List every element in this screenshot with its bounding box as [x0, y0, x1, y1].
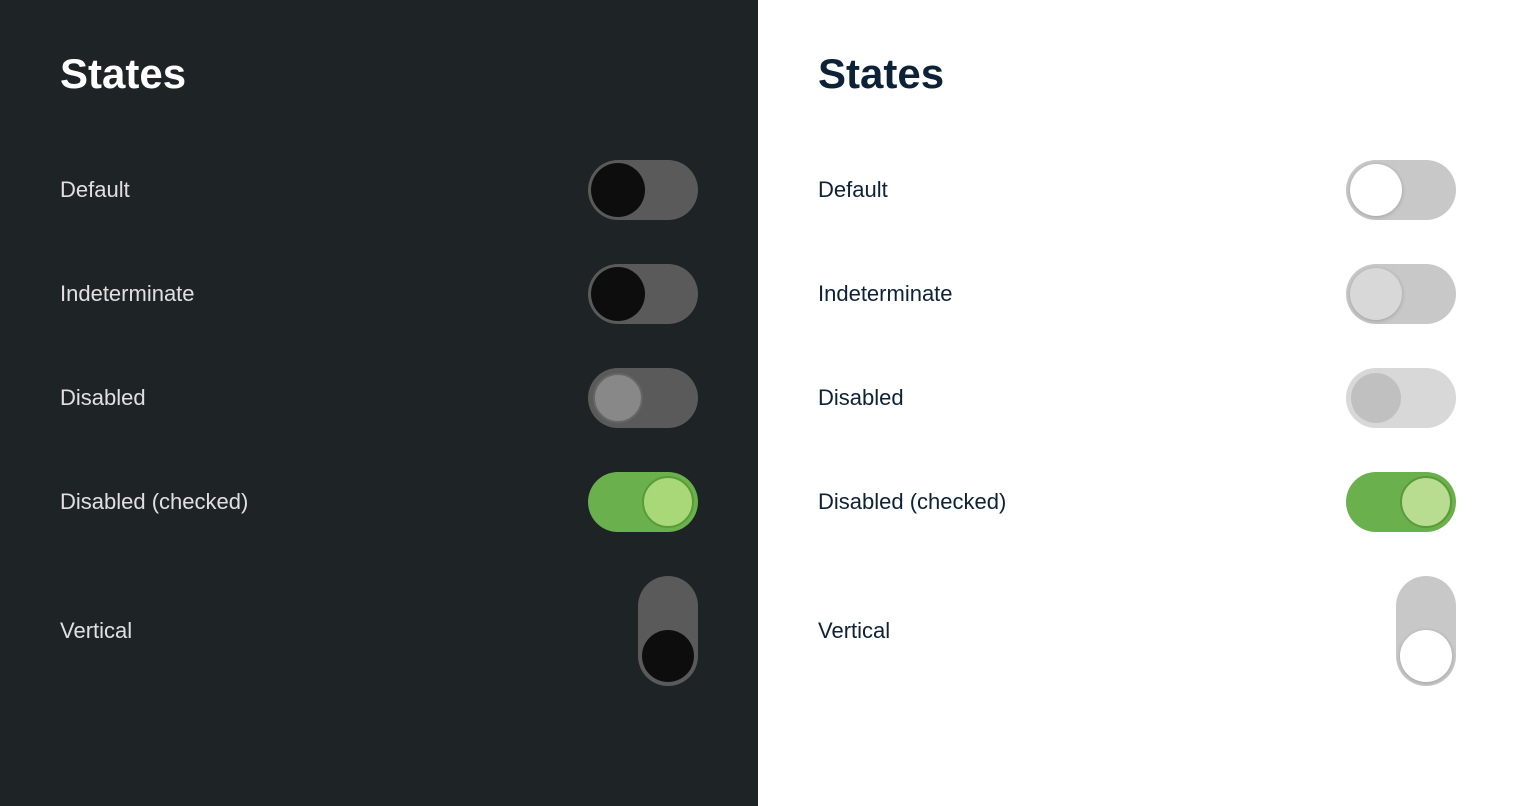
light-default-thumb	[1350, 164, 1402, 216]
dark-vertical-row: Vertical	[60, 554, 698, 708]
dark-disabled-checked-thumb	[642, 476, 694, 528]
dark-default-row: Default	[60, 138, 698, 242]
dark-default-toggle-container	[588, 160, 698, 220]
light-default-toggle-container	[1346, 160, 1456, 220]
light-disabled-thumb	[1351, 373, 1401, 423]
light-disabled-toggle	[1346, 368, 1456, 428]
light-disabled-checked-toggle-container	[1346, 472, 1456, 532]
light-default-track	[1346, 160, 1456, 220]
light-disabled-checked-label: Disabled (checked)	[818, 489, 1006, 515]
dark-default-label: Default	[60, 177, 130, 203]
dark-vertical-toggle[interactable]	[638, 576, 698, 686]
dark-indeterminate-row: Indeterminate	[60, 242, 698, 346]
light-indeterminate-toggle-container	[1346, 264, 1456, 324]
light-indeterminate-track	[1346, 264, 1456, 324]
light-vertical-label: Vertical	[818, 618, 890, 644]
dark-vertical-track	[638, 576, 698, 686]
light-default-label: Default	[818, 177, 888, 203]
dark-vertical-thumb	[642, 630, 694, 682]
light-disabled-track	[1346, 368, 1456, 428]
light-indeterminate-row: Indeterminate	[818, 242, 1456, 346]
dark-disabled-toggle-container	[588, 368, 698, 428]
dark-default-track	[588, 160, 698, 220]
dark-disabled-checked-toggle	[588, 472, 698, 532]
light-vertical-row: Vertical	[818, 554, 1456, 708]
dark-disabled-checked-toggle-container	[588, 472, 698, 532]
light-panel: States Default Indeterminate Disabled	[758, 0, 1516, 806]
dark-disabled-toggle	[588, 368, 698, 428]
light-indeterminate-toggle[interactable]	[1346, 264, 1456, 324]
light-default-row: Default	[818, 138, 1456, 242]
light-vertical-track	[1396, 576, 1456, 686]
light-indeterminate-thumb	[1350, 268, 1402, 320]
dark-disabled-track	[588, 368, 698, 428]
light-panel-title: States	[818, 50, 1456, 98]
light-disabled-checked-track	[1346, 472, 1456, 532]
dark-disabled-label: Disabled	[60, 385, 146, 411]
dark-panel: States Default Indeterminate Disabled	[0, 0, 758, 806]
dark-indeterminate-track	[588, 264, 698, 324]
light-disabled-checked-thumb	[1400, 476, 1452, 528]
light-vertical-toggle[interactable]	[1396, 576, 1456, 686]
dark-disabled-checked-row: Disabled (checked)	[60, 450, 698, 554]
dark-disabled-row: Disabled	[60, 346, 698, 450]
dark-disabled-checked-track	[588, 472, 698, 532]
light-default-toggle[interactable]	[1346, 160, 1456, 220]
light-vertical-thumb	[1400, 630, 1452, 682]
dark-indeterminate-toggle-container	[588, 264, 698, 324]
light-indeterminate-label: Indeterminate	[818, 281, 953, 307]
dark-panel-title: States	[60, 50, 698, 98]
light-disabled-row: Disabled	[818, 346, 1456, 450]
dark-indeterminate-toggle[interactable]	[588, 264, 698, 324]
light-disabled-toggle-container	[1346, 368, 1456, 428]
light-disabled-checked-row: Disabled (checked)	[818, 450, 1456, 554]
dark-default-thumb	[591, 163, 645, 217]
dark-indeterminate-thumb	[591, 267, 645, 321]
dark-default-toggle[interactable]	[588, 160, 698, 220]
dark-vertical-label: Vertical	[60, 618, 132, 644]
dark-disabled-checked-label: Disabled (checked)	[60, 489, 248, 515]
light-disabled-label: Disabled	[818, 385, 904, 411]
light-vertical-toggle-container	[1396, 576, 1456, 686]
dark-indeterminate-label: Indeterminate	[60, 281, 195, 307]
dark-vertical-toggle-container	[638, 576, 698, 686]
dark-disabled-thumb	[593, 373, 643, 423]
light-disabled-checked-toggle	[1346, 472, 1456, 532]
